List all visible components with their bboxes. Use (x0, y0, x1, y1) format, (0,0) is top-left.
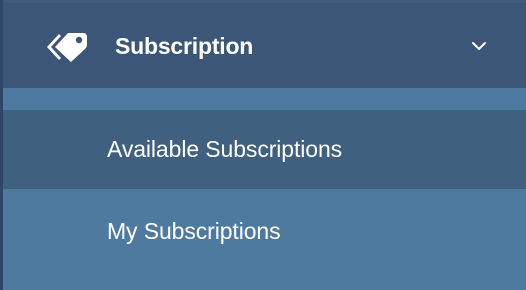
menu-item-label: Available Subscriptions (107, 136, 343, 162)
chevron-down-icon[interactable] (470, 39, 488, 53)
menu-item-my-subscriptions[interactable]: My Subscriptions (3, 189, 526, 269)
menu-item-label: My Subscriptions (107, 218, 281, 244)
subscription-group-label: Subscription (115, 33, 254, 59)
sidebar-nav: Subscription Available Subscriptions My … (0, 0, 526, 290)
menu-item-available-subscriptions[interactable]: Available Subscriptions (3, 110, 526, 189)
subscription-group-header[interactable]: Subscription (3, 3, 526, 88)
tags-icon (45, 30, 91, 64)
